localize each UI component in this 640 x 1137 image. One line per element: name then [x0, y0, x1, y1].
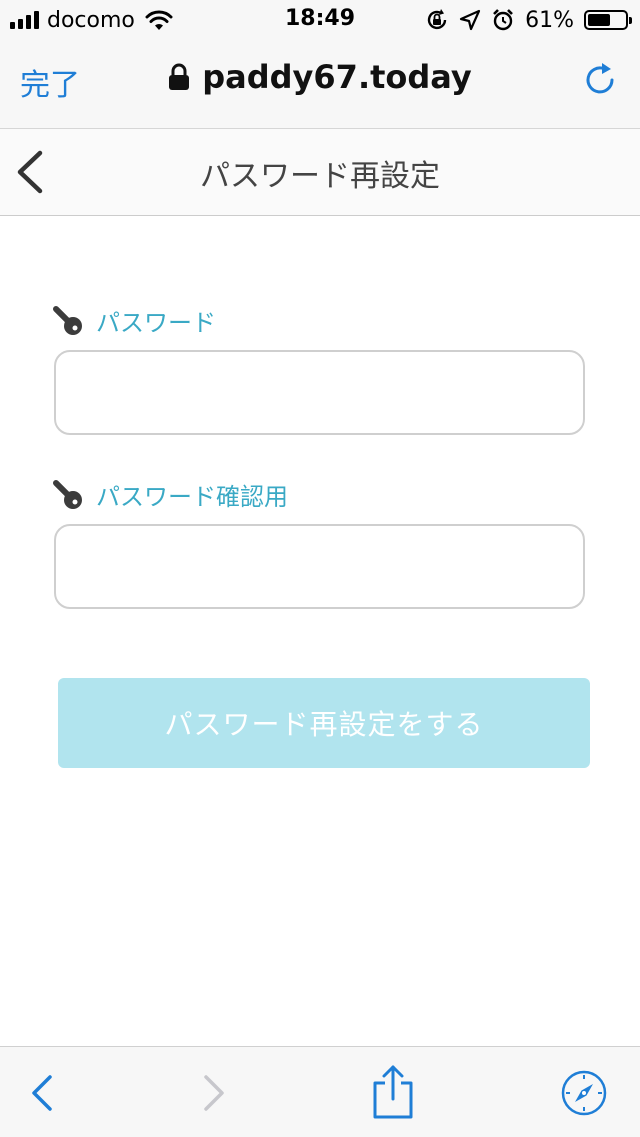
browser-bar: 完了 paddy67.today: [0, 40, 640, 129]
share-icon[interactable]: [368, 1063, 418, 1119]
status-bar-right: 61%: [425, 6, 632, 34]
location-arrow-icon: [459, 9, 481, 31]
password-label-text: パスワード: [96, 309, 216, 337]
key-icon: [53, 479, 82, 509]
alarm-icon: [493, 9, 514, 31]
forward-arrow-icon[interactable]: [188, 1069, 236, 1117]
confirm-password-label: パスワード確認用: [52, 477, 288, 512]
compass-icon[interactable]: [560, 1069, 608, 1117]
back-arrow-icon[interactable]: [20, 1069, 68, 1117]
key-icon: [53, 305, 82, 335]
page-title: パスワード再設定: [200, 159, 440, 194]
password-input[interactable]: [54, 350, 585, 435]
battery-fill: [588, 14, 610, 26]
reload-icon[interactable]: [582, 62, 618, 98]
reset-password-button[interactable]: パスワード再設定をする: [58, 678, 590, 768]
battery-percent: 61%: [525, 7, 574, 33]
password-label: パスワード: [52, 303, 216, 338]
orientation-lock-icon: [427, 9, 447, 30]
status-bar: docomo 18:49 61%: [0, 0, 640, 40]
url-bar[interactable]: paddy67.today: [0, 58, 640, 96]
url-text: paddy67.today: [202, 58, 472, 96]
page-header: パスワード再設定: [0, 129, 640, 216]
confirm-password-label-text: パスワード確認用: [96, 483, 288, 511]
lock-icon: [169, 63, 190, 90]
confirm-password-input[interactable]: [54, 524, 585, 609]
browser-toolbar: [0, 1046, 640, 1137]
battery-icon: [584, 10, 632, 30]
